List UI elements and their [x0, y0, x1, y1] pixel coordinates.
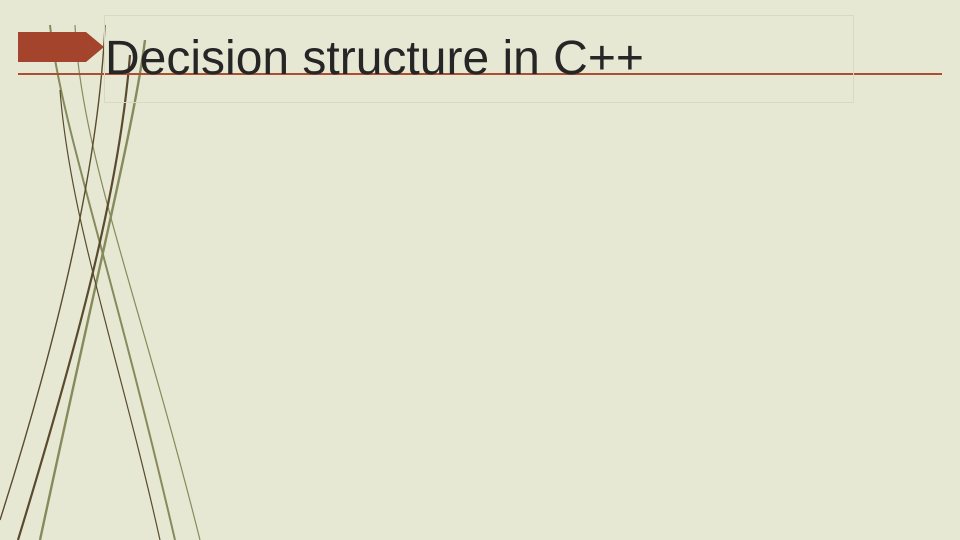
slide: Decision structure in C++ [0, 0, 960, 540]
slide-title: Decision structure in C++ [105, 35, 644, 83]
title-container: Decision structure in C++ [104, 15, 854, 103]
title-arrow-icon [18, 32, 104, 62]
